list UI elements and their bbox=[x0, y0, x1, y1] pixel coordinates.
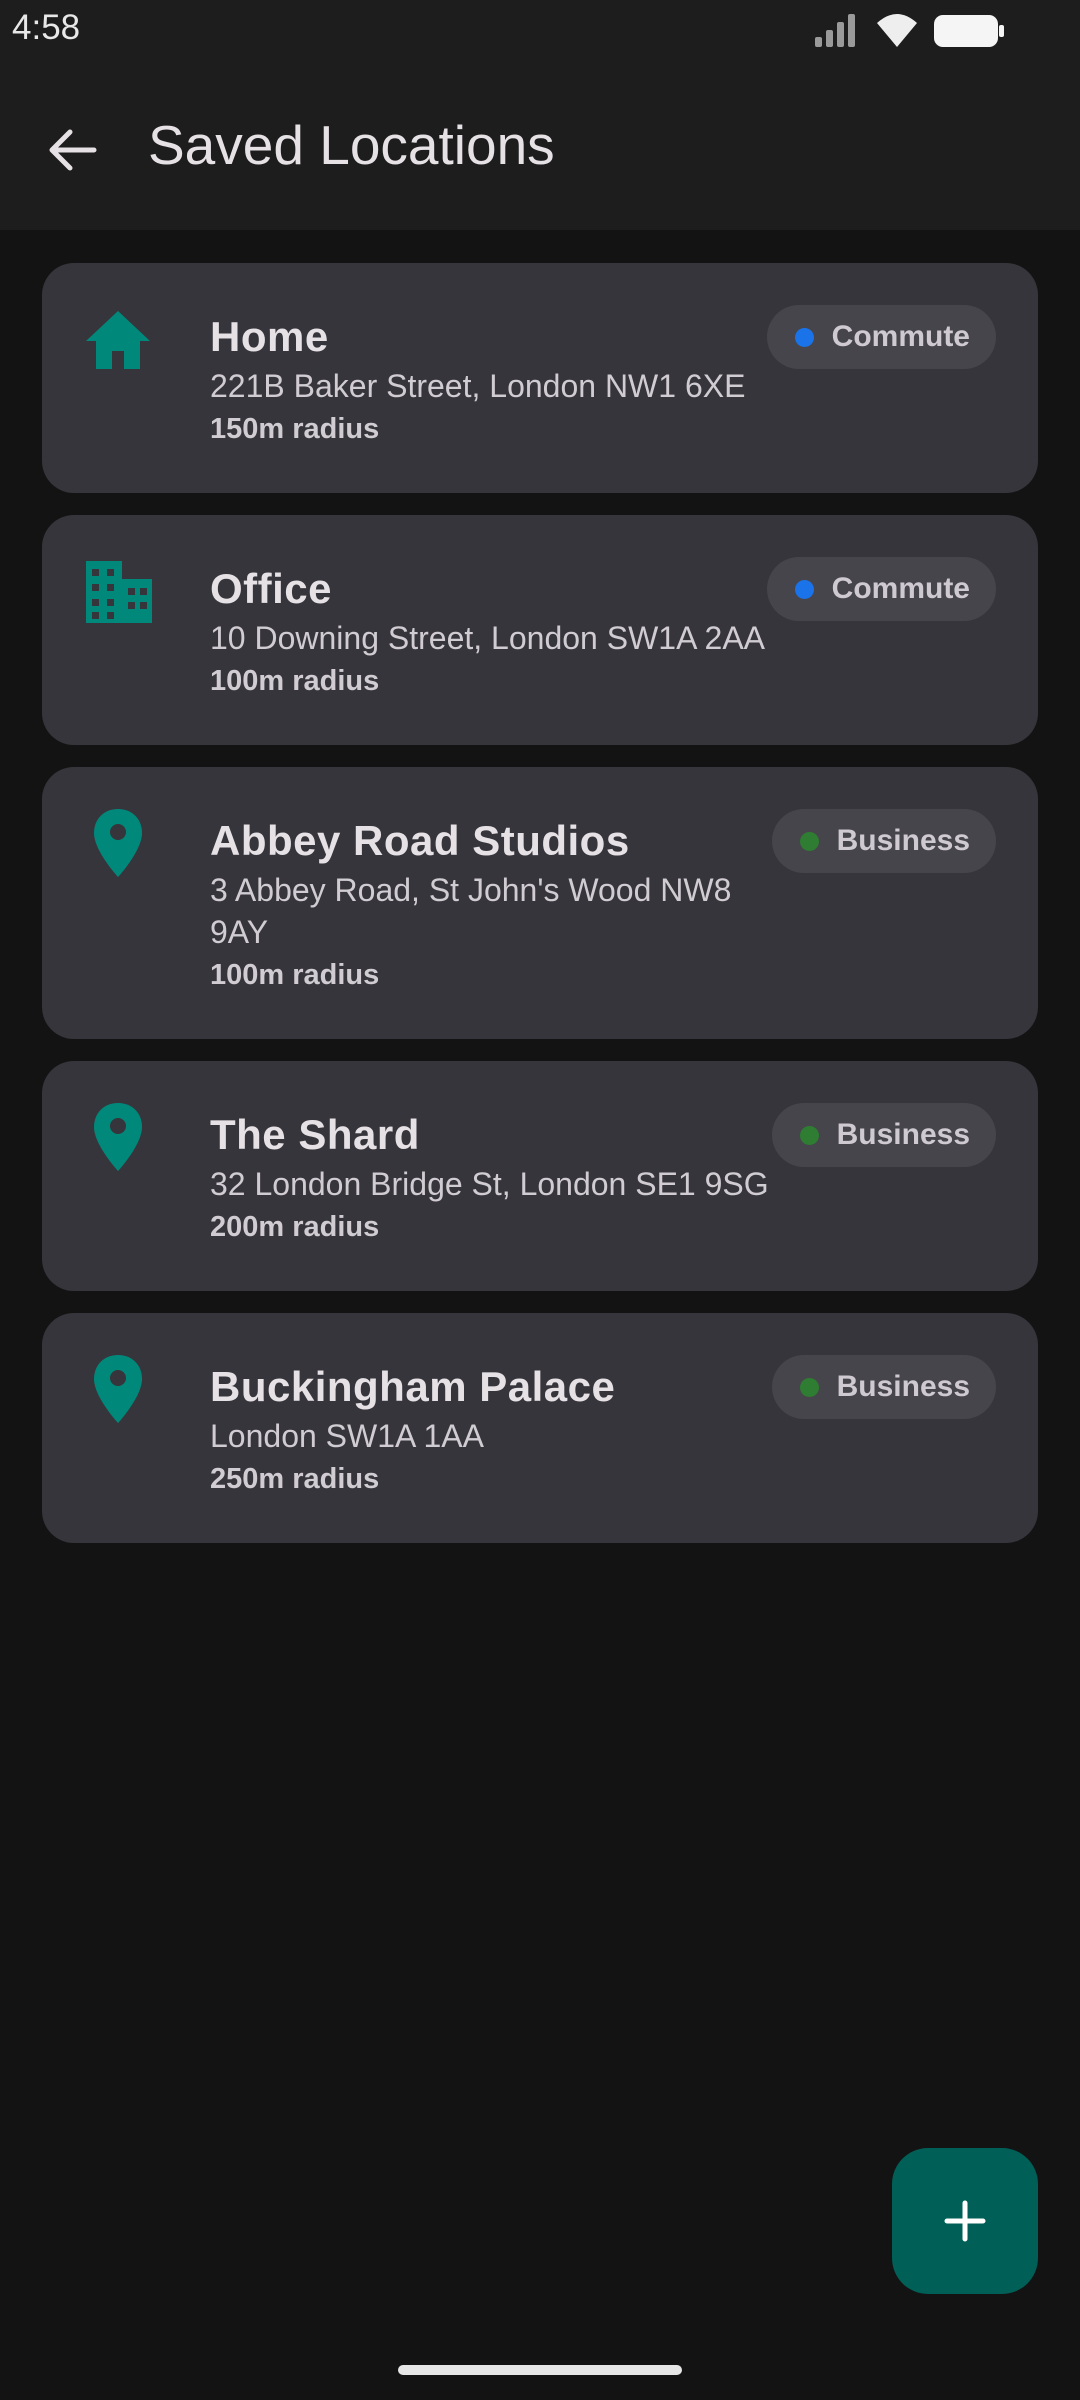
category-chip[interactable]: Business bbox=[771, 809, 996, 873]
location-card[interactable]: Office 10 Downing Street, London SW1A 2A… bbox=[42, 515, 1038, 745]
commute-dot bbox=[794, 579, 814, 599]
location-card[interactable]: The Shard 32 London Bridge St, London SE… bbox=[42, 1061, 1038, 1291]
status-bar: 4:58 bbox=[0, 0, 1080, 60]
location-name: Buckingham Palace bbox=[210, 1363, 616, 1410]
location-card[interactable]: Buckingham Palace London SW1A 1AA 250m r… bbox=[42, 1313, 1038, 1543]
battery-icon bbox=[934, 15, 1004, 47]
back-button[interactable] bbox=[42, 118, 106, 182]
location-radius: 200m radius bbox=[210, 1211, 380, 1243]
home-icon bbox=[82, 303, 154, 375]
locations-list: Home 221B Baker Street, London NW1 6XE 1… bbox=[42, 263, 1038, 1565]
business-dot bbox=[799, 1125, 819, 1145]
chip-label: Business bbox=[836, 824, 970, 857]
location-radius: 100m radius bbox=[210, 665, 380, 697]
signal-icon bbox=[815, 14, 855, 47]
commute-dot bbox=[794, 327, 814, 347]
location-address: 221B Baker Street, London NW1 6XE bbox=[210, 368, 746, 404]
location-radius: 250m radius bbox=[210, 1463, 380, 1495]
location-name: The Shard bbox=[210, 1111, 420, 1158]
arrow-back-icon bbox=[49, 129, 97, 171]
wifi-icon bbox=[877, 14, 917, 47]
category-chip[interactable]: Commute bbox=[766, 557, 996, 621]
location-radius: 100m radius bbox=[210, 959, 380, 991]
location-name: Home bbox=[210, 313, 329, 360]
map-pin-icon bbox=[82, 1353, 154, 1425]
chip-label: Business bbox=[836, 1118, 970, 1151]
category-chip[interactable]: Business bbox=[771, 1103, 996, 1167]
add-icon bbox=[944, 2200, 986, 2242]
page-title: Saved Locations bbox=[148, 114, 555, 176]
business-dot bbox=[799, 831, 819, 851]
map-pin-icon bbox=[82, 807, 154, 879]
map-pin-icon bbox=[82, 1101, 154, 1173]
app-bar: Saved Locations bbox=[0, 60, 1080, 230]
add-location-button[interactable] bbox=[892, 2148, 1038, 2294]
chip-label: Commute bbox=[831, 320, 970, 353]
category-chip[interactable]: Business bbox=[771, 1355, 996, 1419]
location-address: 32 London Bridge St, London SE1 9SG bbox=[210, 1166, 769, 1202]
location-name: Office bbox=[210, 565, 333, 612]
status-icons bbox=[813, 13, 1005, 49]
location-address: London SW1A 1AA bbox=[210, 1418, 484, 1454]
chip-label: Business bbox=[836, 1370, 970, 1403]
category-chip[interactable]: Commute bbox=[766, 305, 996, 369]
location-radius: 150m radius bbox=[210, 413, 380, 445]
location-name: Abbey Road Studios bbox=[210, 817, 630, 864]
chip-label: Commute bbox=[831, 572, 970, 605]
office-building-icon bbox=[82, 555, 154, 627]
location-address: 10 Downing Street, London SW1A 2AA bbox=[210, 620, 766, 656]
status-time: 4:58 bbox=[12, 8, 81, 47]
business-dot bbox=[799, 1377, 819, 1397]
location-card[interactable]: Abbey Road Studios 3 Abbey Road, St John… bbox=[42, 767, 1038, 1039]
location-card[interactable]: Home 221B Baker Street, London NW1 6XE 1… bbox=[42, 263, 1038, 493]
home-indicator[interactable] bbox=[398, 2365, 682, 2375]
location-address: 3 Abbey Road, St John's Wood NW8 9AY bbox=[210, 872, 732, 950]
